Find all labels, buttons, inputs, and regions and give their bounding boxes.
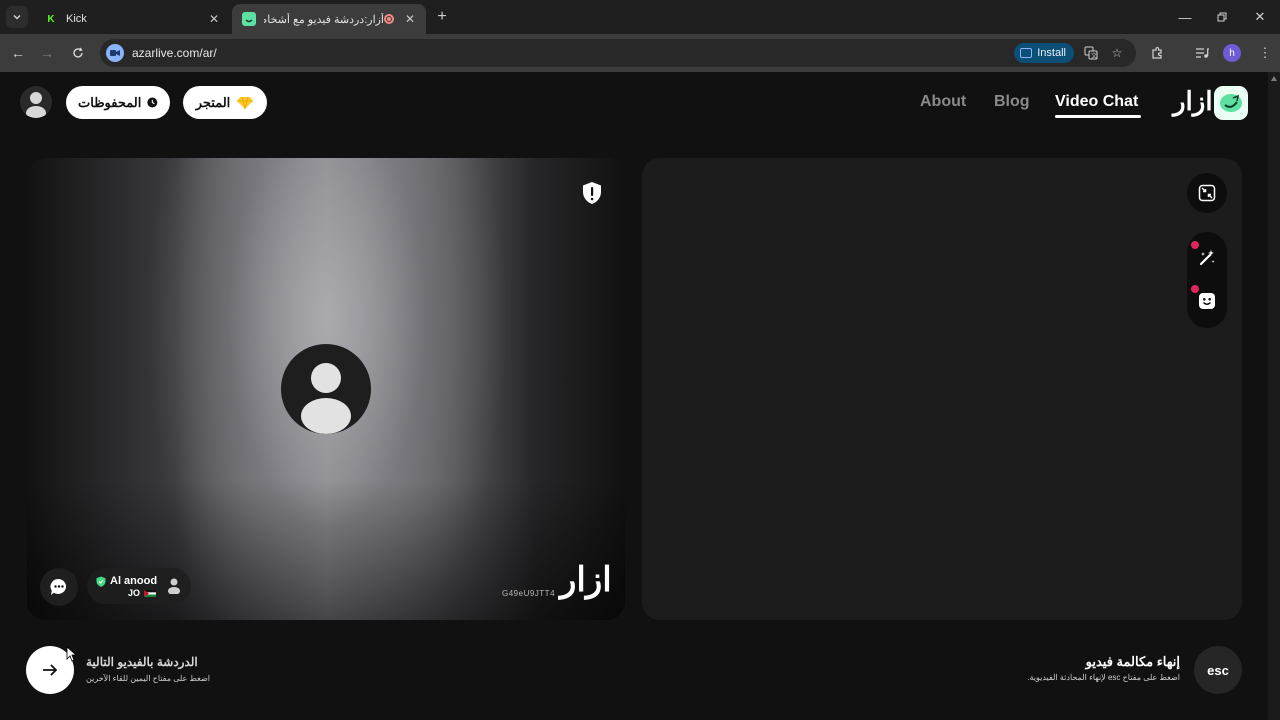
arrow-right-icon bbox=[43, 664, 58, 676]
recording-indicator-icon bbox=[384, 14, 394, 24]
close-tab-icon[interactable]: ✕ bbox=[206, 11, 222, 27]
magic-wand-icon[interactable] bbox=[1197, 248, 1217, 268]
chat-bubble-icon bbox=[50, 578, 67, 595]
session-id: G49eU9JTT4 bbox=[502, 589, 556, 598]
tab-title: أزار:دردشة فيديو مع أشخاص bbox=[264, 13, 384, 26]
next-chat-hint: اضغط على مفتاح اليمين للقاء الآخرين bbox=[86, 674, 211, 683]
mouse-pointer-icon bbox=[66, 646, 76, 662]
partner-country-code: JO bbox=[128, 588, 141, 598]
nav-video-chat-link[interactable]: Video Chat bbox=[1055, 93, 1138, 111]
chevron-down-icon bbox=[13, 14, 21, 20]
url-text: azarlive.com/ar/ bbox=[132, 46, 217, 60]
tab-azar[interactable]: أزار:دردشة فيديو مع أشخاص ✕ bbox=[232, 4, 426, 34]
verified-badge-icon bbox=[96, 576, 106, 587]
next-chat-title: الدردشة بالفيديو التالية bbox=[86, 655, 198, 669]
minimize-icon[interactable]: — bbox=[1174, 6, 1196, 28]
profile-avatar[interactable]: h bbox=[1223, 44, 1241, 62]
close-tab-icon[interactable]: ✕ bbox=[402, 11, 418, 27]
end-call-hint: اضغط على مفتاح esc لإنهاء المحادثة الفيد… bbox=[1027, 673, 1180, 682]
kick-favicon-icon: K bbox=[47, 13, 55, 25]
brand-wordmark[interactable]: ازار bbox=[1173, 86, 1213, 117]
clock-icon bbox=[147, 97, 158, 108]
vertical-scrollbar[interactable] bbox=[1268, 72, 1280, 720]
end-call-esc-button[interactable]: esc bbox=[1194, 646, 1242, 694]
partner-name: Al anood bbox=[110, 575, 158, 587]
scroll-up-arrow-icon[interactable] bbox=[1271, 76, 1277, 81]
site-info-icon[interactable] bbox=[106, 44, 124, 62]
partner-avatar bbox=[281, 344, 371, 434]
reload-icon[interactable] bbox=[67, 42, 89, 64]
report-shield-icon[interactable] bbox=[581, 181, 603, 205]
user-silhouette-icon bbox=[26, 92, 46, 118]
restore-icon[interactable] bbox=[1211, 6, 1233, 28]
nav-about-link[interactable]: About bbox=[920, 93, 966, 111]
close-window-icon[interactable]: ✕ bbox=[1249, 6, 1271, 28]
partner-info-chip[interactable]: Al anood JO bbox=[87, 568, 191, 604]
install-label: Install bbox=[1037, 47, 1066, 59]
svg-text:文: 文 bbox=[1091, 52, 1097, 60]
tab-title: Kick bbox=[66, 13, 87, 25]
address-bar[interactable]: azarlive.com/ar/ Install 文 ☆ bbox=[100, 39, 1136, 67]
collapse-arrows-icon bbox=[1198, 184, 1216, 202]
install-icon bbox=[1020, 48, 1033, 58]
media-control-icon[interactable] bbox=[1192, 43, 1212, 63]
more-menu-icon[interactable]: ⋮ bbox=[1255, 43, 1275, 63]
nav-blog-link[interactable]: Blog bbox=[994, 93, 1030, 111]
store-button[interactable]: المتجر bbox=[183, 86, 267, 119]
tab-search-button[interactable] bbox=[6, 6, 28, 28]
tab-kick[interactable]: K Kick ✕ bbox=[34, 4, 230, 34]
new-tab-button[interactable]: + bbox=[432, 7, 452, 27]
back-arrow-icon[interactable]: ← bbox=[7, 42, 29, 64]
saved-label: المحفوظات bbox=[78, 94, 142, 110]
active-nav-indicator bbox=[1055, 115, 1141, 118]
jordan-flag-icon bbox=[144, 590, 156, 597]
translate-icon[interactable]: 文 bbox=[1082, 44, 1100, 62]
end-call-title: إنهاء مكالمة فيديو bbox=[1085, 654, 1180, 669]
store-label: المتجر bbox=[195, 94, 231, 110]
browser-toolbar: ← → azarlive.com/ar/ Install 文 ☆ h ⋮ bbox=[0, 34, 1280, 72]
azar-favicon-icon bbox=[242, 12, 256, 26]
effects-control-column bbox=[1187, 232, 1227, 328]
diamond-icon bbox=[237, 96, 254, 109]
azar-watermark: ازار bbox=[560, 561, 612, 599]
saved-button[interactable]: المحفوظات bbox=[66, 86, 170, 119]
extensions-icon[interactable] bbox=[1147, 43, 1167, 63]
chat-button[interactable] bbox=[40, 568, 78, 606]
azar-logo-icon[interactable] bbox=[1214, 86, 1248, 120]
install-app-button[interactable]: Install bbox=[1014, 43, 1074, 63]
browser-tab-strip: K Kick ✕ أزار:دردشة فيديو مع أشخاص ✕ + —… bbox=[0, 0, 1280, 34]
user-avatar-button[interactable] bbox=[20, 86, 52, 118]
self-video-panel bbox=[642, 158, 1242, 620]
face-sticker-icon[interactable] bbox=[1197, 291, 1217, 311]
forward-arrow-icon[interactable]: → bbox=[36, 42, 58, 64]
bookmark-star-icon[interactable]: ☆ bbox=[1108, 44, 1126, 62]
partner-avatar-icon bbox=[168, 578, 180, 594]
minimize-video-button[interactable] bbox=[1187, 173, 1227, 213]
